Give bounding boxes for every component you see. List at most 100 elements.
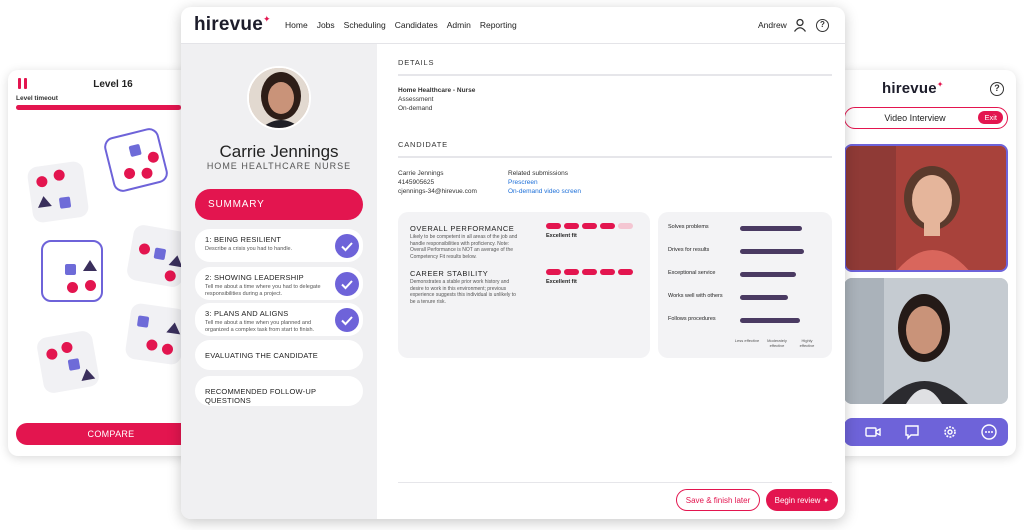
rating-pill	[618, 223, 633, 229]
nav-links: Home Jobs Scheduling Candidates Admin Re…	[285, 20, 517, 30]
overall-performance-title: OVERALL PERFORMANCE	[410, 224, 515, 233]
review-window: hirevue✦ Home Jobs Scheduling Candidates…	[181, 7, 845, 519]
competency-row: Exceptional service	[668, 270, 828, 280]
summary-content: DETAILS Home Healthcare - Nurse Assessme…	[377, 44, 845, 519]
nav-home[interactable]: Home	[285, 20, 308, 30]
overall-performance-desc: Likely to be competent in all areas of t…	[410, 234, 518, 260]
nav-reporting[interactable]: Reporting	[480, 20, 517, 30]
details-heading: DETAILS	[398, 58, 435, 67]
help-icon[interactable]: ?	[990, 82, 1004, 96]
candidate-phone: 4145905625	[398, 179, 435, 186]
candidate-role: HOME HEALTHCARE NURSE	[206, 161, 352, 171]
rating-pill	[564, 223, 579, 229]
step-title: RECOMMENDED FOLLOW-UP QUESTIONS	[205, 387, 317, 405]
step-title: 3: PLANS AND ALIGNS	[205, 309, 289, 318]
nav-jobs[interactable]: Jobs	[317, 20, 335, 30]
step-description: Tell me about a time where you had to de…	[205, 284, 321, 297]
competency-row: Works well with others	[668, 293, 828, 303]
candidate-name: Carrie Jennings	[219, 142, 339, 161]
video-icon[interactable]	[864, 423, 882, 441]
link-prescreen[interactable]: Prescreen	[508, 178, 581, 187]
step-showing-leadership[interactable]: 2: SHOWING LEADERSHIP Tell me about a ti…	[195, 267, 363, 300]
competency-label: Exceptional service	[668, 270, 716, 276]
candidate-email[interactable]: cjennings-34@hirevue.com	[398, 187, 477, 196]
shape-tile[interactable]	[35, 329, 101, 395]
nav-candidates[interactable]: Candidates	[395, 20, 438, 30]
help-icon[interactable]: ?	[816, 19, 829, 32]
settings-icon[interactable]	[941, 423, 959, 441]
candidate-contact-name: Carrie Jennings	[398, 170, 444, 177]
level-timeout-label: Level timeout	[16, 95, 58, 102]
rating-pill	[600, 223, 615, 229]
performance-card: OVERALL PERFORMANCE Likely to be compete…	[398, 212, 650, 358]
step-title: 1: BEING RESILIENT	[205, 235, 282, 244]
level-timeout-bar	[16, 105, 190, 110]
step-title: EVALUATING THE CANDIDATE	[205, 351, 319, 360]
hirevue-logo: hirevue✦	[882, 80, 944, 97]
video-interview-bar: Video Interview Exit	[844, 107, 1008, 129]
career-stability-title: CAREER STABILITY	[410, 269, 489, 278]
step-description: Tell me about a time when you planned an…	[205, 320, 315, 333]
avatar	[247, 66, 311, 130]
assessment-type: Assessment	[398, 96, 434, 103]
save-finish-later-button[interactable]: Save & finish later	[676, 489, 760, 511]
rating-pill	[546, 269, 561, 275]
scale-label: Highly effective	[799, 338, 815, 348]
rating-pill	[564, 269, 579, 275]
rating-pill	[582, 223, 597, 229]
step-title: 2: SHOWING LEADERSHIP	[205, 273, 304, 282]
begin-review-button[interactable]: Begin review ✦	[766, 489, 838, 511]
user-icon[interactable]	[793, 18, 807, 32]
step-evaluating-candidate[interactable]: EVALUATING THE CANDIDATE	[195, 340, 363, 370]
competency-card: Solves problems Drives for results Excep…	[658, 212, 832, 358]
user-name[interactable]: Andrew	[758, 20, 787, 30]
rating-pill	[582, 269, 597, 275]
shape-tile[interactable]	[124, 302, 188, 366]
rating-pill	[600, 269, 615, 275]
checkmark-icon	[335, 308, 359, 332]
rating-pill	[546, 223, 561, 229]
shape-tile[interactable]	[26, 160, 90, 224]
competency-bar	[740, 226, 803, 231]
step-plans-and-aligns[interactable]: 3: PLANS AND ALIGNS Tell me about a time…	[195, 303, 363, 336]
checkmark-icon	[335, 272, 359, 296]
video-interview-card: hirevue✦ ? Video Interview Exit	[836, 70, 1016, 456]
career-stability-desc: Demonstrates a stable prior work history…	[410, 279, 516, 305]
divider	[398, 156, 832, 158]
shape-tile-selected[interactable]	[102, 126, 170, 194]
scale-label: Less effective	[734, 338, 760, 343]
competency-bar	[740, 272, 796, 277]
step-follow-up-questions[interactable]: RECOMMENDED FOLLOW-UP QUESTIONS	[195, 376, 363, 406]
rating-pill	[618, 269, 633, 275]
chat-icon[interactable]	[903, 423, 921, 441]
assessment-game-card: Level 16 Level timeout COMPARE	[8, 70, 196, 456]
career-fit-label: Excellent fit	[546, 279, 577, 285]
level-title: Level 16	[93, 79, 133, 90]
nav-admin[interactable]: Admin	[447, 20, 471, 30]
competency-row: Solves problems	[668, 224, 828, 234]
shape-tile-selected[interactable]	[41, 240, 103, 302]
competency-bar	[740, 249, 804, 254]
level-timeout-fill	[16, 105, 182, 110]
more-icon[interactable]	[980, 423, 998, 441]
summary-button[interactable]: SUMMARY	[195, 189, 363, 220]
link-on-demand-video[interactable]: On-demand video screen	[508, 187, 581, 196]
exit-button[interactable]: Exit	[978, 111, 1003, 124]
overall-fit-label: Excellent fit	[546, 233, 577, 239]
competency-bar	[740, 318, 800, 323]
details-block: Home Healthcare - Nurse Assessment On-de…	[398, 86, 475, 113]
step-description: Describe a crisis you had to handle.	[205, 246, 293, 252]
competency-row: Follows procedures	[668, 316, 828, 326]
hirevue-logo[interactable]: hirevue✦	[194, 14, 271, 36]
nav-scheduling[interactable]: Scheduling	[344, 20, 386, 30]
interviewer-video	[844, 144, 1008, 272]
competency-row: Drives for results	[668, 247, 828, 257]
scale-label: Moderately effective	[767, 338, 787, 348]
checkmark-icon	[335, 234, 359, 258]
step-being-resilient[interactable]: 1: BEING RESILIENT Describe a crisis you…	[195, 229, 363, 262]
compare-button[interactable]: COMPARE	[16, 423, 196, 445]
divider	[398, 482, 832, 483]
top-navigation: hirevue✦ Home Jobs Scheduling Candidates…	[181, 7, 845, 44]
competency-label: Drives for results	[668, 247, 710, 253]
related-submissions-label: Related submissions	[508, 170, 568, 177]
